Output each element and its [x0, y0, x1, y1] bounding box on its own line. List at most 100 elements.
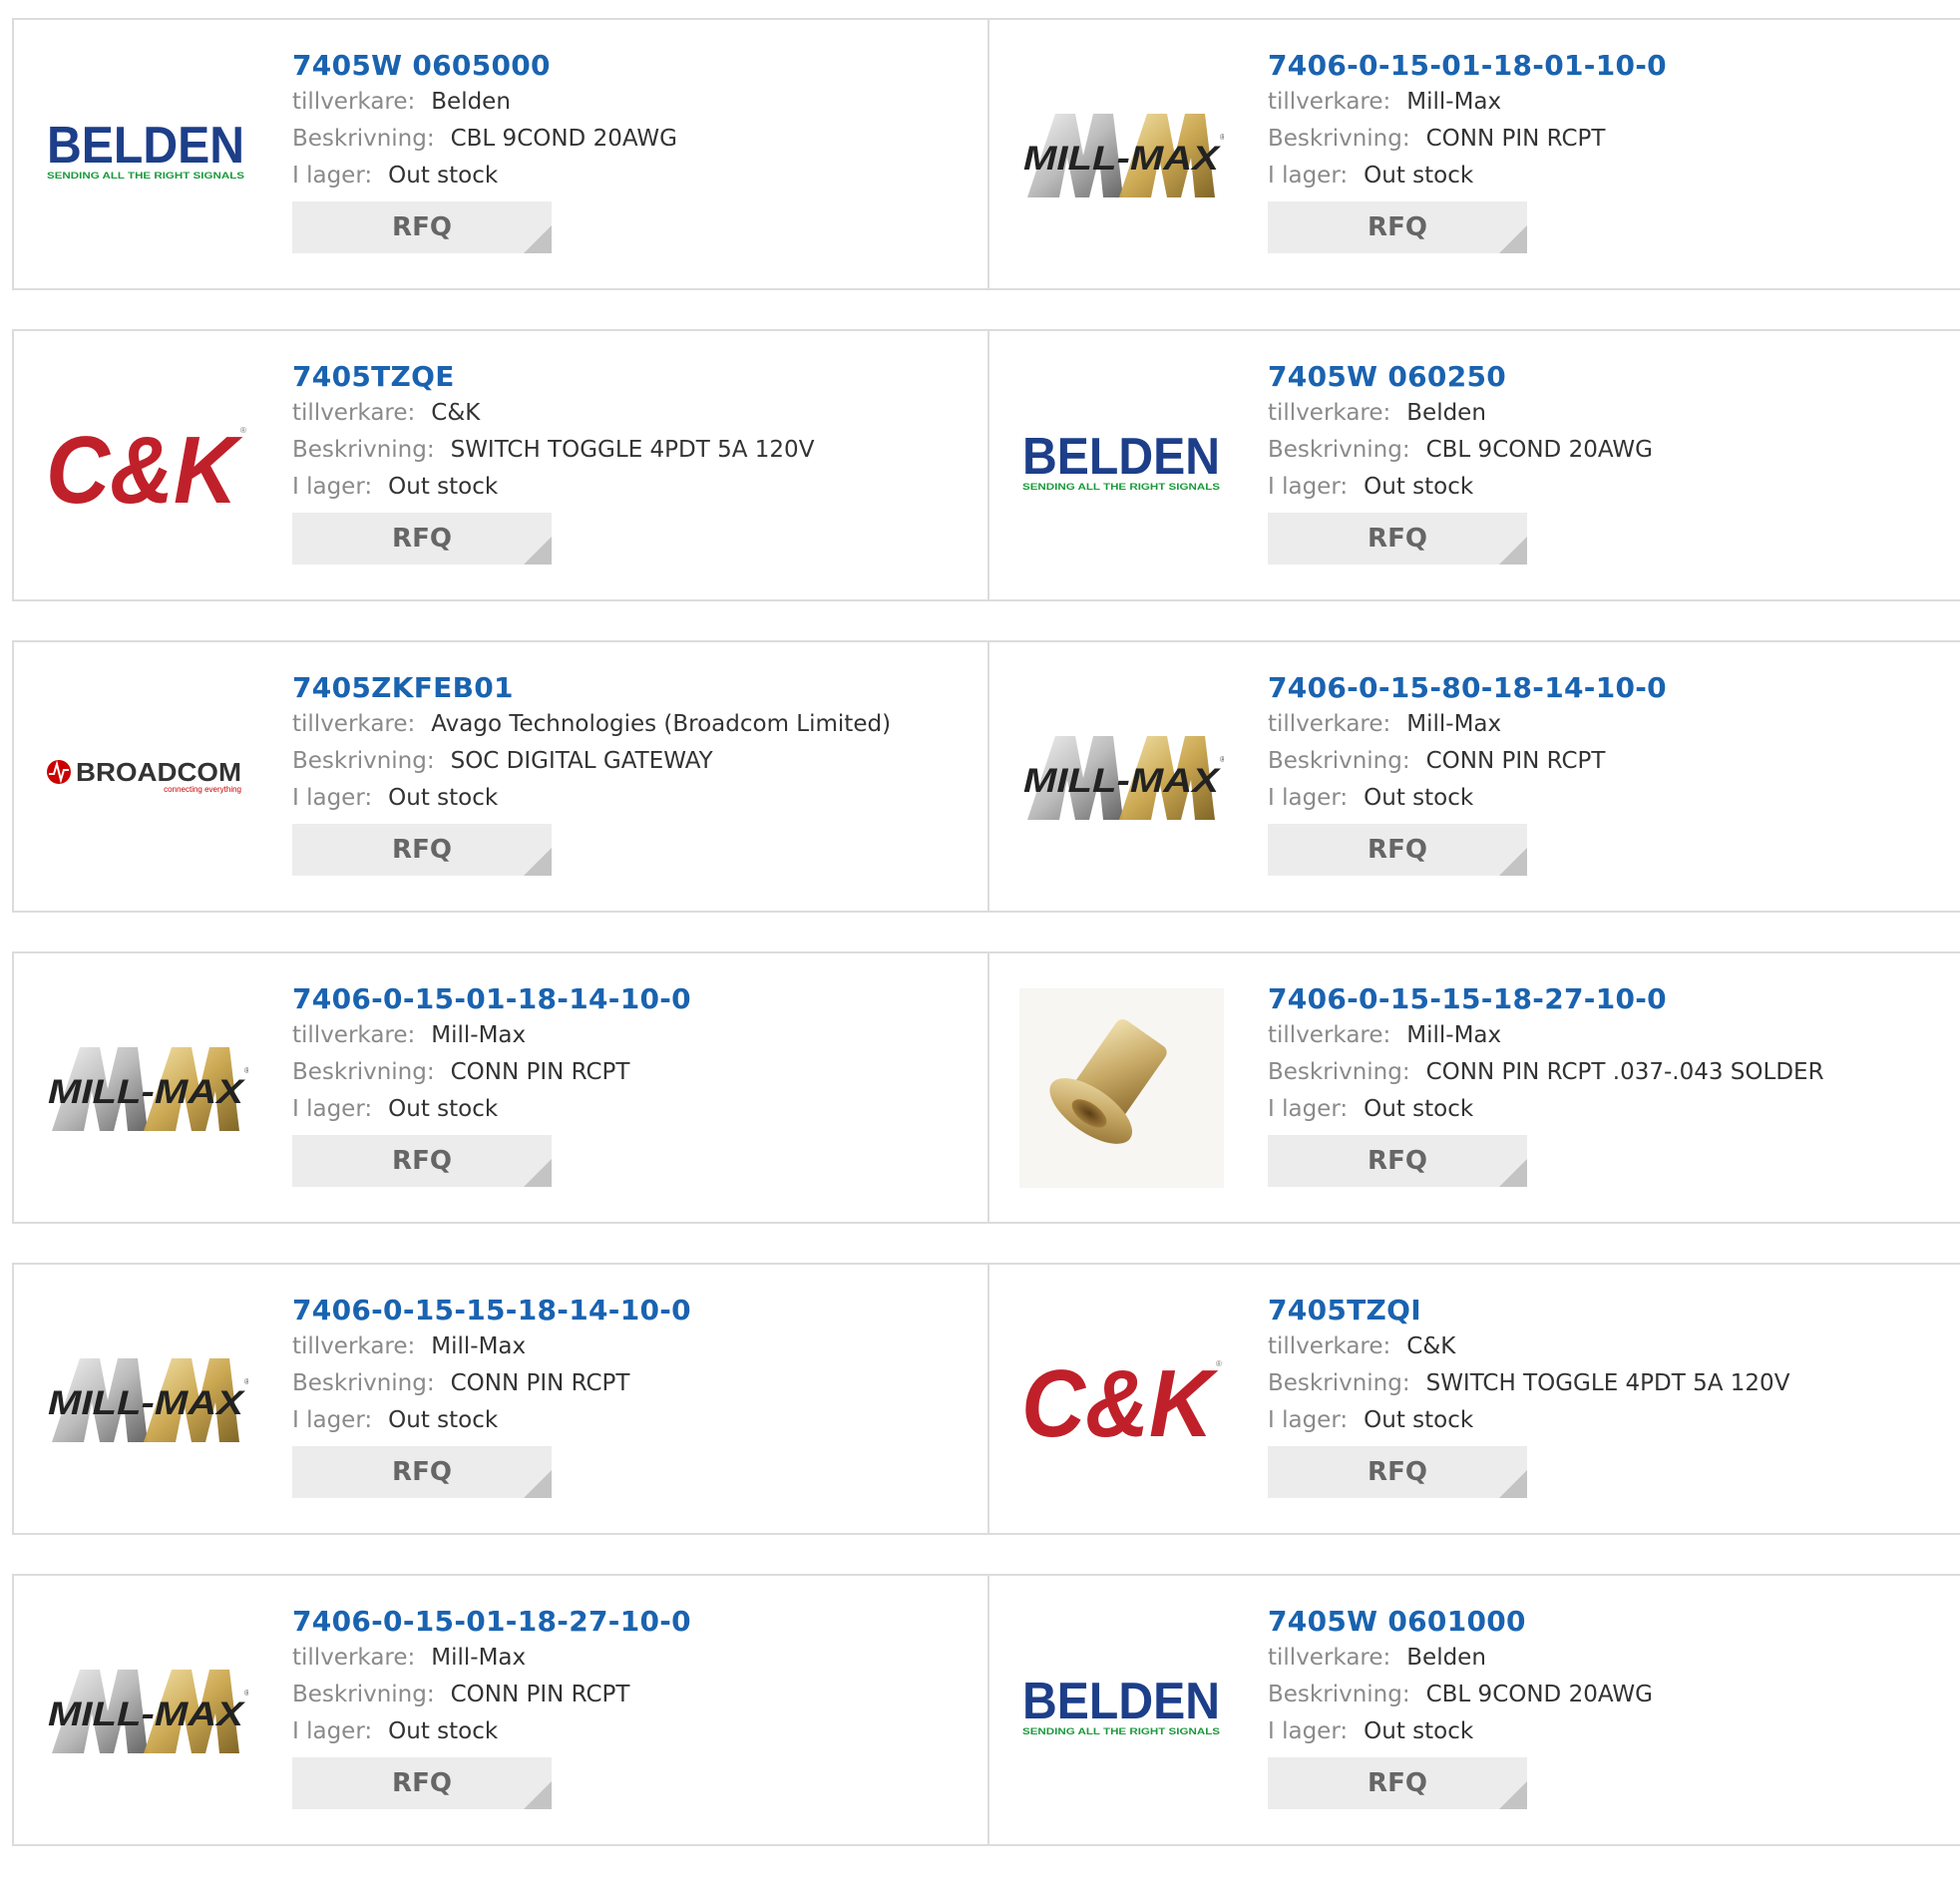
manufacturer-line: tillverkare: Mill-Max — [292, 1640, 691, 1677]
product-info: 7406-0-15-01-18-27-10-0 tillverkare: Mill… — [292, 1604, 691, 1809]
rfq-button[interactable]: RFQ — [1268, 1757, 1527, 1809]
corner-triangle-icon — [524, 537, 552, 565]
rfq-label: RFQ — [392, 1457, 452, 1487]
svg-text:connecting everything: connecting everything — [164, 785, 241, 794]
product-row: MILL-MAX ® 7406-0-15-01-18-14-10-0 tillv… — [12, 951, 1960, 1224]
part-number-link[interactable]: 7405W 0605000 — [292, 48, 677, 84]
part-number-link[interactable]: 7406-0-15-80-18-14-10-0 — [1268, 670, 1667, 706]
millmax-logo[interactable]: MILL-MAX ® — [1014, 50, 1229, 259]
rfq-label: RFQ — [392, 835, 452, 865]
manufacturer-label: tillverkare: — [292, 1022, 416, 1048]
svg-text:BROADCOM: BROADCOM — [76, 757, 241, 787]
stock-value: Out stock — [388, 1407, 499, 1433]
stock-line: I lager: Out stock — [292, 1713, 691, 1750]
ck-logo[interactable]: C&K ® — [39, 361, 253, 570]
description-line: Beskrivning: SWITCH TOGGLE 4PDT 5A 120V — [1268, 1365, 1789, 1402]
description-line: Beskrivning: CONN PIN RCPT — [292, 1365, 691, 1402]
belden-logo[interactable]: BELDEN SENDING ALL THE RIGHT SIGNALS — [1014, 361, 1229, 570]
manufacturer-value: Belden — [1406, 1645, 1486, 1671]
part-number-link[interactable]: 7405ZKFEB01 — [292, 670, 891, 706]
stock-label: I lager: — [1268, 1407, 1349, 1433]
svg-text:®: ® — [244, 1689, 248, 1697]
corner-triangle-icon — [1499, 1470, 1527, 1498]
rfq-button[interactable]: RFQ — [292, 201, 552, 253]
manufacturer-value: C&K — [1406, 1333, 1456, 1359]
manufacturer-label: tillverkare: — [292, 711, 416, 737]
stock-label: I lager: — [292, 163, 373, 188]
svg-text:SENDING ALL THE RIGHT SIGNALS: SENDING ALL THE RIGHT SIGNALS — [1022, 482, 1220, 492]
svg-text:C&K: C&K — [46, 417, 243, 521]
description-label: Beskrivning: — [1268, 437, 1410, 463]
broadcom-logo[interactable]: BROADCOM connecting everything — [39, 672, 253, 882]
rfq-button[interactable]: RFQ — [1268, 201, 1527, 253]
millmax-logo[interactable]: MILL-MAX ® — [1014, 672, 1229, 882]
description-value: CONN PIN RCPT — [1425, 748, 1606, 774]
product-card: MILL-MAX ® 7406-0-15-15-18-14-10-0 tillv… — [12, 1263, 987, 1535]
stock-value: Out stock — [1364, 474, 1474, 500]
part-number-link[interactable]: 7405TZQI — [1268, 1293, 1789, 1328]
pin-receptacle-photo[interactable] — [1014, 983, 1229, 1193]
description-label: Beskrivning: — [292, 748, 435, 774]
manufacturer-line: tillverkare: Belden — [292, 84, 677, 121]
corner-triangle-icon — [524, 1159, 552, 1187]
product-card: BELDEN SENDING ALL THE RIGHT SIGNALS 740… — [987, 329, 1960, 601]
part-number-link[interactable]: 7406-0-15-01-18-14-10-0 — [292, 981, 691, 1017]
stock-line: I lager: Out stock — [292, 780, 891, 817]
rfq-button[interactable]: RFQ — [292, 513, 552, 565]
rfq-button[interactable]: RFQ — [1268, 513, 1527, 565]
rfq-button[interactable]: RFQ — [292, 824, 552, 876]
description-line: Beskrivning: SOC DIGITAL GATEWAY — [292, 743, 891, 780]
millmax-logo[interactable]: MILL-MAX ® — [39, 983, 253, 1193]
svg-text:BELDEN: BELDEN — [1022, 1673, 1220, 1730]
stock-label: I lager: — [1268, 1718, 1349, 1744]
product-info: 7405W 060250 tillverkare: Belden Beskrivn… — [1268, 359, 1653, 565]
rfq-button[interactable]: RFQ — [292, 1757, 552, 1809]
part-number-link[interactable]: 7406-0-15-01-18-27-10-0 — [292, 1604, 691, 1640]
part-number-link[interactable]: 7406-0-15-15-18-14-10-0 — [292, 1293, 691, 1328]
svg-text:®: ® — [1216, 1359, 1222, 1368]
product-card: C&K ® 7405TZQE tillverkare: C&K Beskrivni… — [12, 329, 987, 601]
stock-line: I lager: Out stock — [1268, 158, 1667, 194]
stock-line: I lager: Out stock — [1268, 1402, 1789, 1439]
rfq-label: RFQ — [1368, 835, 1427, 865]
part-number-link[interactable]: 7405TZQE — [292, 359, 814, 395]
rfq-label: RFQ — [1368, 1146, 1427, 1176]
part-number-link[interactable]: 7405W 060250 — [1268, 359, 1653, 395]
millmax-logo[interactable]: MILL-MAX ® — [39, 1295, 253, 1504]
part-number-link[interactable]: 7406-0-15-15-18-27-10-0 — [1268, 981, 1824, 1017]
belden-logo[interactable]: BELDEN SENDING ALL THE RIGHT SIGNALS — [39, 50, 253, 259]
description-value: CBL 9COND 20AWG — [1425, 437, 1653, 463]
manufacturer-line: tillverkare: Mill-Max — [292, 1328, 691, 1365]
ck-logo[interactable]: C&K ® — [1014, 1295, 1229, 1504]
millmax-logo[interactable]: MILL-MAX ® — [39, 1606, 253, 1815]
corner-triangle-icon — [1499, 848, 1527, 876]
description-label: Beskrivning: — [1268, 1370, 1410, 1396]
manufacturer-line: tillverkare: Mill-Max — [1268, 706, 1667, 743]
stock-value: Out stock — [388, 785, 499, 811]
svg-text:SENDING ALL THE RIGHT SIGNALS: SENDING ALL THE RIGHT SIGNALS — [1022, 1726, 1220, 1736]
manufacturer-label: tillverkare: — [1268, 1645, 1391, 1671]
belden-logo[interactable]: BELDEN SENDING ALL THE RIGHT SIGNALS — [1014, 1606, 1229, 1815]
rfq-label: RFQ — [392, 212, 452, 242]
svg-text:MILL-MAX: MILL-MAX — [48, 1696, 246, 1733]
rfq-button[interactable]: RFQ — [1268, 1135, 1527, 1187]
part-number-link[interactable]: 7405W 0601000 — [1268, 1604, 1653, 1640]
part-number-link[interactable]: 7406-0-15-01-18-01-10-0 — [1268, 48, 1667, 84]
product-row: MILL-MAX ® 7406-0-15-01-18-27-10-0 tillv… — [12, 1574, 1960, 1846]
rfq-button[interactable]: RFQ — [1268, 1446, 1527, 1498]
description-label: Beskrivning: — [292, 1370, 435, 1396]
description-value: CONN PIN RCPT — [450, 1370, 630, 1396]
description-line: Beskrivning: CBL 9COND 20AWG — [1268, 432, 1653, 469]
description-line: Beskrivning: SWITCH TOGGLE 4PDT 5A 120V — [292, 432, 814, 469]
product-card: MILL-MAX ® 7406-0-15-01-18-14-10-0 tillv… — [12, 951, 987, 1224]
manufacturer-value: Mill-Max — [431, 1333, 527, 1359]
rfq-button[interactable]: RFQ — [292, 1135, 552, 1187]
manufacturer-line: tillverkare: C&K — [292, 395, 814, 432]
manufacturer-label: tillverkare: — [1268, 711, 1391, 737]
corner-triangle-icon — [1499, 1781, 1527, 1809]
stock-value: Out stock — [1364, 163, 1474, 188]
stock-value: Out stock — [388, 1096, 499, 1122]
rfq-button[interactable]: RFQ — [292, 1446, 552, 1498]
product-info: 7405TZQE tillverkare: C&K Beskrivning: SWI… — [292, 359, 814, 565]
rfq-button[interactable]: RFQ — [1268, 824, 1527, 876]
